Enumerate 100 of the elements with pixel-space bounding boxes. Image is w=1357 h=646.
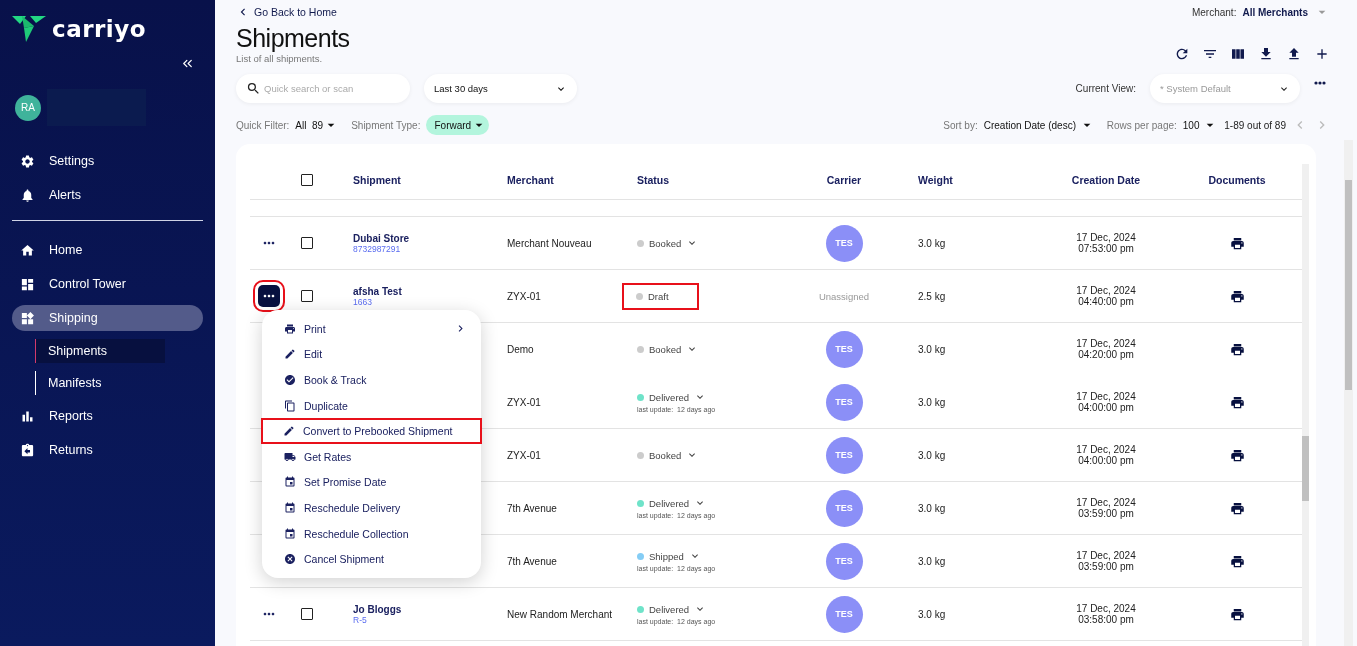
shipment-id-link[interactable]: R-5	[353, 614, 367, 625]
merchant-cell: ZYX-01	[507, 396, 541, 408]
printer-icon	[284, 322, 296, 335]
weight-cell: 3.0 kg	[918, 555, 946, 567]
date-cell: 17 Dec, 2024 04:00:00 pm	[1076, 444, 1136, 466]
merchant-cell: Merchant Nouveau	[507, 237, 592, 249]
sidebar-item[interactable]: Home	[12, 237, 203, 263]
column-header: Status	[637, 173, 671, 186]
menu-item[interactable]: Set Promise Date	[262, 469, 481, 496]
status-select[interactable]: Delivered	[637, 391, 707, 403]
status-select[interactable]: Delivered	[637, 497, 707, 509]
print-button[interactable]	[1229, 341, 1245, 357]
shipment-type-label: Shipment Type:	[351, 119, 421, 131]
calendar-icon	[284, 527, 296, 540]
weight-cell: 3.0 kg	[918, 396, 946, 408]
print-button[interactable]	[1229, 394, 1245, 410]
merchant-cell: 7th Avenue	[507, 502, 557, 514]
boxes-icon	[20, 310, 35, 326]
download-button[interactable]	[1258, 46, 1274, 62]
printer-icon	[1229, 341, 1245, 357]
printer-icon	[1229, 447, 1245, 463]
sidebar-item[interactable]: Shipping	[12, 305, 203, 331]
logo-icon	[12, 16, 46, 42]
sort-label: Sort by:	[943, 119, 978, 131]
sidebar-item[interactable]: Returns	[12, 437, 203, 463]
add-button[interactable]	[1314, 46, 1330, 62]
page-subtitle: List of all shipments.	[236, 53, 323, 64]
weight-cell: 3.0 kg	[918, 237, 946, 249]
more-icon	[1314, 80, 1326, 85]
pencil-icon	[284, 348, 296, 361]
table-scrollbar[interactable]	[1302, 164, 1309, 646]
print-button[interactable]	[1229, 553, 1245, 569]
quick-filter-select[interactable]: All 89	[295, 117, 340, 133]
menu-item[interactable]: Edit	[262, 341, 481, 368]
menu-item[interactable]: Convert to Prebooked Shipment	[261, 418, 482, 444]
date-range-select[interactable]: Last 30 days	[424, 74, 577, 103]
column-header: Carrier	[825, 173, 863, 186]
page-scrollbar[interactable]	[1344, 140, 1353, 646]
columns-button[interactable]	[1230, 46, 1246, 62]
refresh-button[interactable]	[1174, 46, 1190, 62]
rows-per-page-select[interactable]: 100	[1182, 117, 1219, 133]
date-cell: 17 Dec, 2024 03:59:00 pm	[1076, 550, 1136, 572]
date-cell: 17 Dec, 2024 03:59:00 pm	[1076, 497, 1136, 519]
print-button[interactable]	[1229, 500, 1245, 516]
menu-item[interactable]: Print	[262, 316, 481, 342]
calendar-icon	[284, 476, 296, 489]
menu-item[interactable]: Get Rates	[262, 443, 481, 470]
column-header: Shipment	[353, 173, 402, 186]
menu-item[interactable]: Book & Track	[262, 367, 481, 393]
shipment-id-link[interactable]: 8732987291	[353, 243, 401, 254]
carrier-badge: TES	[825, 383, 863, 421]
select-all-checkbox[interactable]	[301, 173, 313, 186]
print-button[interactable]	[1229, 606, 1245, 622]
print-button[interactable]	[1229, 447, 1245, 463]
status-select[interactable]: Shipped	[637, 550, 701, 562]
row-checkbox[interactable]	[301, 290, 313, 302]
merchant-cell: New Random Merchant	[507, 608, 613, 620]
settings-icon	[20, 153, 35, 169]
search-field[interactable]: Quick search or scan	[236, 74, 410, 103]
status-select[interactable]: Booked	[637, 237, 699, 249]
printer-icon	[1229, 235, 1245, 251]
menu-item[interactable]: Reschedule Delivery	[262, 495, 481, 521]
printer-icon	[1229, 394, 1245, 410]
row-checkbox[interactable]	[301, 608, 313, 620]
print-button[interactable]	[1229, 288, 1245, 304]
bell-icon	[20, 187, 35, 203]
sidebar-subitem[interactable]: Shipments	[35, 339, 165, 363]
merchant-cell: 7th Avenue	[507, 555, 557, 567]
printer-icon	[1229, 500, 1245, 516]
copy-icon	[284, 399, 296, 412]
shipment-id-link[interactable]: 1663	[353, 296, 372, 307]
status-select[interactable]: Delivered	[637, 603, 707, 615]
sidebar-item[interactable]: Reports	[12, 403, 203, 429]
weight-cell: 3.0 kg	[918, 502, 946, 514]
merchant-cell: ZYX-01	[507, 449, 541, 461]
logo-wordmark: carriyo	[52, 16, 147, 42]
sidebar-item[interactable]: Settings	[12, 148, 203, 174]
status-select[interactable]: Draft	[624, 284, 697, 308]
weight-cell: 3.0 kg	[918, 449, 946, 461]
rows-per-page-label: Rows per page:	[1106, 119, 1177, 131]
status-select[interactable]: Booked	[637, 343, 699, 355]
sidebar-item[interactable]: Alerts	[12, 182, 203, 208]
menu-item[interactable]: Reschedule Collection	[262, 520, 481, 547]
back-link[interactable]: Go Back to Home	[236, 5, 337, 19]
upload-button[interactable]	[1286, 46, 1302, 62]
merchant-cell: ZYX-01	[507, 290, 541, 302]
menu-item[interactable]: Cancel Shipment	[262, 546, 481, 572]
row-checkbox[interactable]	[301, 237, 313, 249]
sort-select[interactable]: Creation Date (desc)	[983, 117, 1095, 133]
shipment-type-select[interactable]: Forward	[426, 115, 490, 135]
sidebar-item[interactable]: Control Tower	[12, 271, 203, 297]
column-header: Documents	[1207, 173, 1267, 186]
sidebar-subitem[interactable]: Manifests	[35, 371, 165, 395]
menu-item[interactable]: Duplicate	[262, 392, 481, 419]
merchant-select[interactable]: All Merchants	[1242, 6, 1308, 18]
carrier-badge: TES	[825, 595, 863, 633]
status-select[interactable]: Booked	[637, 449, 699, 461]
shipment-name: Dubai Store	[353, 232, 410, 244]
print-button[interactable]	[1229, 235, 1245, 251]
column-header: Weight	[917, 173, 954, 186]
